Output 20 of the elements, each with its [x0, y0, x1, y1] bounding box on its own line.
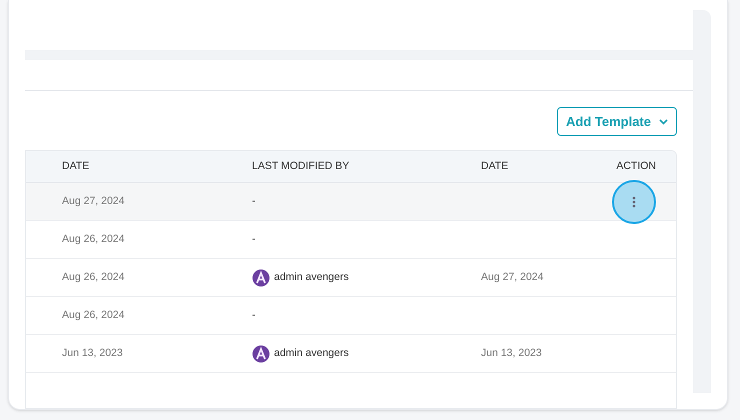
- table-cell-text: Aug 26, 2024: [61, 232, 124, 247]
- table-cell-text: -: [252, 232, 256, 247]
- table-cell-text: Aug 26, 2024: [61, 270, 124, 285]
- more-actions-button[interactable]: [612, 180, 656, 224]
- column-header: ACTION: [616, 158, 656, 174]
- column-header: DATE: [480, 158, 510, 174]
- more-vertical-icon: [632, 196, 636, 208]
- table-cell-text: Aug 27, 2024: [61, 194, 124, 209]
- table-cell-text: Jun 13, 2023: [61, 346, 123, 361]
- table-cell-text: -: [252, 194, 256, 209]
- table-cell: Jun 13, 2023: [481, 346, 542, 359]
- table-cell: Aug 27, 2024: [481, 270, 544, 283]
- table-cell-text: admin avengers: [274, 270, 349, 285]
- table-cell-text: -: [252, 308, 256, 323]
- table-cell-text: Aug 26, 2024: [61, 308, 124, 323]
- chevron-down-icon: [659, 118, 668, 124]
- add-template-button[interactable]: Add Template: [557, 107, 677, 136]
- column-header: DATE: [61, 158, 90, 174]
- column-header: LAST MODIFIED BY: [251, 158, 350, 174]
- table-cell-text: admin avengers: [274, 346, 349, 361]
